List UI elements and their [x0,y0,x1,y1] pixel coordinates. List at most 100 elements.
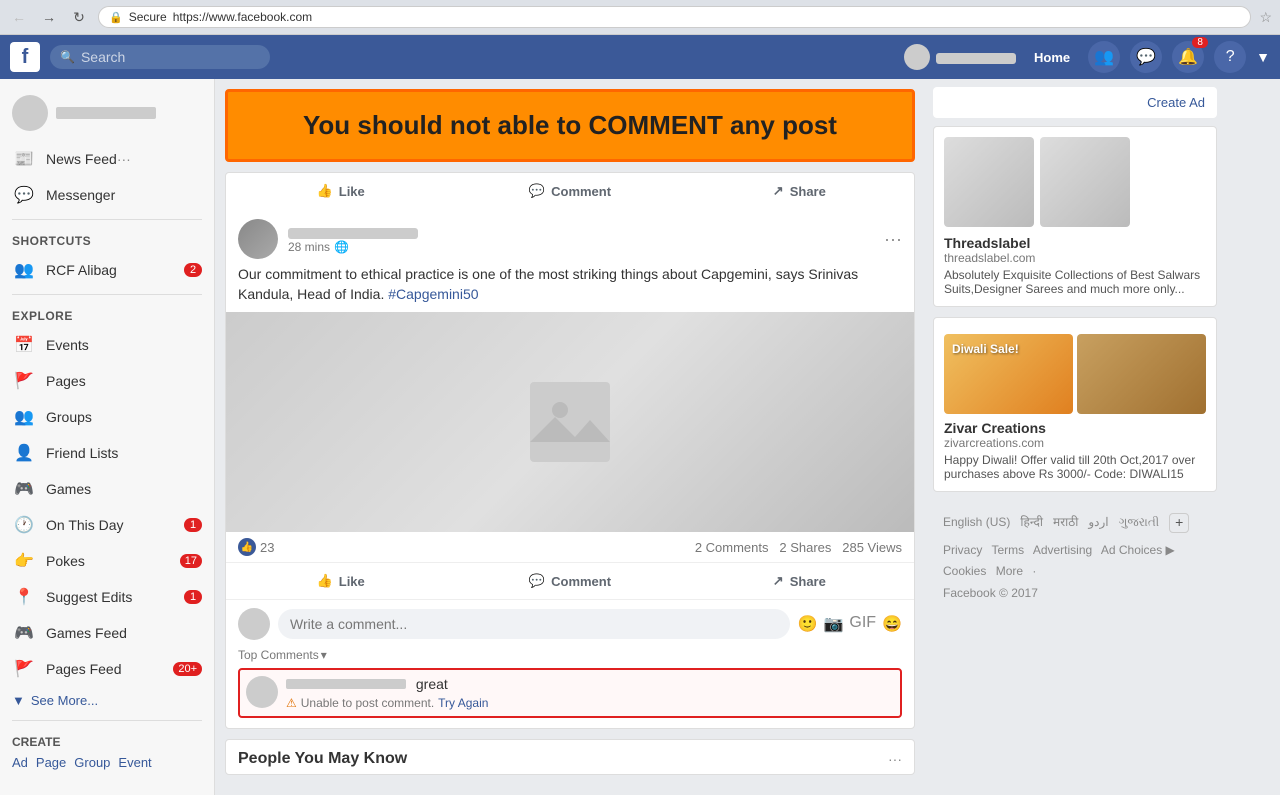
error-message: Unable to post comment. [301,696,434,710]
address-bar[interactable]: 🔒 Secure https://www.facebook.com [98,6,1251,28]
search-bar[interactable]: 🔍 [50,45,270,69]
post-card: 👍 Like 💬 Comment ↗ Share [225,172,915,729]
sidebar-item-events[interactable]: 📅 Events [0,327,214,363]
ad2-url: zivarcreations.com [944,436,1206,450]
sidebar-groups-label: Groups [46,409,202,425]
share-button[interactable]: ↗ Share [685,567,914,595]
comment-emoji-icons: 🙂 📷 GIF 😄 [798,614,902,634]
post-bottom-actions: 👍 Like 💬 Comment ↗ Share [226,563,914,600]
create-event-link[interactable]: Event [118,755,151,770]
camera-icon[interactable]: 📷 [823,614,843,634]
home-nav-button[interactable]: Home [1026,48,1078,67]
facebook-logo: f [10,42,40,72]
forward-button[interactable]: → [38,6,60,28]
back-button[interactable]: ← [8,6,30,28]
sidebar-events-label: Events [46,337,202,353]
add-language-button[interactable]: + [1169,513,1189,533]
create-page-link[interactable]: Page [36,755,66,770]
footer-privacy-link[interactable]: Privacy [943,543,982,557]
comment-button[interactable]: 💬 Comment [455,567,684,595]
lang-urdu[interactable]: اردو [1088,512,1108,534]
sidebar-item-groups[interactable]: 👥 Groups [0,399,214,435]
notifications-badge: 8 [1192,37,1208,48]
footer-terms-link[interactable]: Terms [991,543,1024,557]
sidebar-item-on-this-day[interactable]: 🕐 On This Day 1 [0,507,214,543]
pymk-more-icon[interactable]: ··· [888,751,902,767]
sidebar-item-pokes[interactable]: 👉 Pokes 17 [0,543,214,579]
footer-cookies-link[interactable]: Cookies [943,564,986,578]
secure-lock-icon: 🔒 [109,11,123,24]
gif-icon[interactable]: GIF [849,614,876,634]
top-comments-indicator: ▾ [321,648,327,662]
bell-icon: 🔔 [1178,47,1198,67]
create-ad-bar[interactable]: Create Ad [933,87,1217,118]
header-dropdown-button[interactable]: ▼ [1256,49,1270,65]
footer-advertising-link[interactable]: Advertising [1033,543,1092,557]
comment-error: ⚠ Unable to post comment. Try Again [286,696,894,710]
ad2-title: Zivar Creations [944,420,1206,436]
post-text: Our commitment to ethical practice is on… [238,266,858,302]
post-hashtag[interactable]: #Capgemini50 [388,286,478,302]
lang-marathi[interactable]: मराठी [1053,512,1078,534]
top-like-button[interactable]: 👍 Like [226,177,455,205]
post-more-button[interactable]: ··· [884,229,902,250]
games-feed-icon: 🎮 [12,621,36,645]
sidebar-item-messenger[interactable]: 💬 Messenger [0,177,214,213]
commenter-name-bar [286,679,406,689]
news-feed-more-icon[interactable]: ··· [117,151,131,167]
ad-card-zivar: Diwali Sale! Zivar Creations zivarcreati… [933,317,1217,492]
reload-button[interactable]: ↻ [68,6,90,28]
sidebar-item-pages[interactable]: 🚩 Pages [0,363,214,399]
sidebar-item-pages-feed[interactable]: 🚩 Pages Feed 20+ [0,651,214,687]
help-nav-icon[interactable]: ? [1214,41,1246,73]
sidebar-on-this-day-label: On This Day [46,517,174,533]
top-share-button[interactable]: ↗ Share [685,177,914,205]
profile-nav[interactable] [904,44,1016,70]
like-thumb-icon: 👍 [317,183,333,199]
like-label: Like [339,184,365,199]
pages-feed-icon: 🚩 [12,657,36,681]
sidebar-profile[interactable] [0,89,214,141]
footer-more-link[interactable]: More [996,564,1023,578]
sidebar-item-games[interactable]: 🎮 Games [0,471,214,507]
bookmark-star-icon[interactable]: ☆ [1259,9,1272,26]
try-again-link[interactable]: Try Again [438,696,488,710]
comment-input[interactable]: Write a comment... [278,609,790,639]
friends-nav-icon[interactable]: 👥 [1088,41,1120,73]
footer-copyright: Facebook © 2017 [943,583,1207,605]
top-comment-button[interactable]: 💬 Comment [455,177,684,205]
see-more-button[interactable]: ▼ See More... [0,687,214,714]
post-author-avatar[interactable] [238,219,278,259]
ad-image-row [944,137,1206,227]
comments-count: 2 Comments [695,540,769,555]
lang-english[interactable]: English (US) [943,512,1010,534]
messenger-nav-icon[interactable]: 💬 [1130,41,1162,73]
sidebar-item-suggest-edits[interactable]: 📍 Suggest Edits 1 [0,579,214,615]
sidebar-pages-label: Pages [46,373,202,389]
globe-icon: 🌐 [334,240,349,254]
ad2-description: Happy Diwali! Offer valid till 20th Oct,… [944,453,1206,481]
create-ad-link[interactable]: Ad [12,755,28,770]
create-group-link[interactable]: Group [74,755,110,770]
comment-bubble-icon: 💬 [529,573,545,589]
footer-ad-choices-link[interactable]: Ad Choices ▶ [1101,543,1175,557]
lang-hindi[interactable]: हिन्दी [1020,512,1043,534]
pokes-icon: 👉 [12,549,36,573]
sidebar-item-friend-lists[interactable]: 👤 Friend Lists [0,435,214,471]
sidebar-item-games-feed[interactable]: 🎮 Games Feed [0,615,214,651]
search-input[interactable] [81,49,251,65]
share-label: Share [790,184,826,199]
browser-chrome: ← → ↻ 🔒 Secure https://www.facebook.com … [0,0,1280,35]
likes-count: 23 [260,540,274,555]
emoji-icon[interactable]: 🙂 [798,614,818,634]
sidebar-item-rcf-alibag[interactable]: 👥 RCF Alibag 2 [0,252,214,288]
shortcuts-label: Shortcuts [0,226,214,252]
like-button[interactable]: 👍 Like [226,567,455,595]
lang-gujarati[interactable]: ગુજરાતી [1119,512,1160,534]
notifications-nav-icon[interactable]: 🔔 8 [1172,41,1204,73]
comment-text: great [416,676,448,692]
sidebar-item-news-feed[interactable]: 📰 News Feed [12,147,117,171]
see-more-arrow-icon: ▼ [12,693,25,708]
sticker-icon[interactable]: 😄 [882,614,902,634]
create-links: Ad Page Group Event [12,755,202,770]
